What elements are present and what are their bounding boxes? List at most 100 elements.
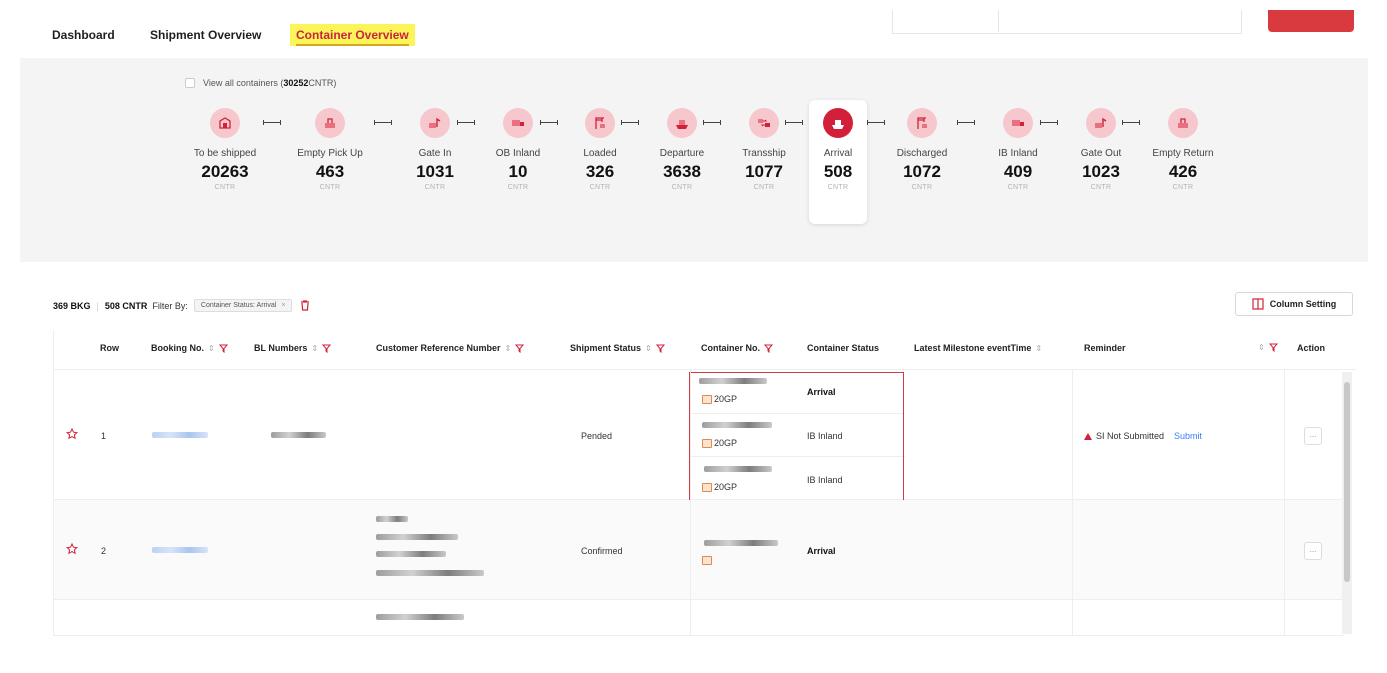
step-unit: CNTR xyxy=(507,184,529,191)
sort-icon[interactable]: ⇕ xyxy=(645,344,652,353)
step-transship[interactable]: Transship 1077 CNTR xyxy=(724,108,804,191)
col-customer-ref[interactable]: Customer Reference Number ⇕ xyxy=(376,343,525,353)
sort-icon[interactable]: ⇕ xyxy=(311,344,318,353)
step-count: 409 xyxy=(1003,162,1033,181)
warning-icon xyxy=(1084,432,1092,440)
booking-number-link[interactable] xyxy=(152,547,208,553)
truck-icon xyxy=(503,108,533,138)
col-reminder-label: Reminder xyxy=(1084,343,1126,353)
step-label: Loaded xyxy=(583,148,617,159)
nav-shipment-overview[interactable]: Shipment Overview xyxy=(150,28,261,42)
sort-icon[interactable]: ⇕ xyxy=(208,344,215,353)
column-setting-button[interactable]: Column Setting xyxy=(1235,292,1353,316)
col-reminder-tools[interactable]: ⇕ xyxy=(1254,343,1278,352)
step-count: 3638 xyxy=(663,162,701,181)
step-label: Empty Pick Up xyxy=(297,148,363,159)
step-to-be-shipped[interactable]: To be shipped 20263 CNTR xyxy=(185,108,265,191)
step-count: 20263 xyxy=(201,162,249,181)
step-count: 426 xyxy=(1168,162,1198,181)
step-ob-inland[interactable]: OB Inland 10 CNTR xyxy=(478,108,558,191)
col-shipment-status[interactable]: Shipment Status ⇕ xyxy=(570,343,665,353)
col-latest-milestone[interactable]: Latest Milestone eventTime ⇕ xyxy=(914,343,1042,353)
step-count: 1077 xyxy=(745,162,783,181)
view-all-containers[interactable]: View all containers (30252 CNTR) xyxy=(185,78,336,88)
filter-icon[interactable] xyxy=(764,344,774,353)
view-all-prefix: View all containers ( xyxy=(203,78,284,88)
filter-icon[interactable] xyxy=(322,344,332,353)
step-unit: CNTR xyxy=(1172,184,1194,191)
step-arrival[interactable]: Arrival 508 CNTR xyxy=(809,100,867,224)
step-connector xyxy=(263,120,281,125)
more-actions-button[interactable]: ... xyxy=(1304,542,1322,560)
view-all-count: 30252 xyxy=(283,78,309,88)
container-highlight-box xyxy=(689,372,904,501)
step-gate-out[interactable]: Gate Out 1023 CNTR xyxy=(1061,108,1141,191)
step-unit: CNTR xyxy=(753,184,775,191)
star-icon[interactable] xyxy=(66,428,78,440)
step-departure[interactable]: Departure 3638 CNTR xyxy=(642,108,722,191)
col-bl[interactable]: BL Numbers ⇕ xyxy=(254,343,332,353)
col-action-label: Action xyxy=(1297,343,1325,353)
more-actions-button[interactable]: ... xyxy=(1304,427,1322,445)
view-all-checkbox[interactable] xyxy=(185,78,195,88)
customer-reference xyxy=(376,551,446,557)
col-container-status: Container Status xyxy=(807,343,879,353)
step-ib-inland[interactable]: IB Inland 409 CNTR xyxy=(978,108,1058,191)
column-setting-label: Column Setting xyxy=(1269,299,1337,309)
col-row-label: Row xyxy=(100,343,119,353)
trash-icon[interactable] xyxy=(300,300,310,311)
filter-icon[interactable] xyxy=(655,344,665,353)
filter-chip[interactable]: Container Status: Arrival × xyxy=(193,299,293,312)
step-gate-in[interactable]: Gate In 1031 CNTR xyxy=(395,108,475,191)
customer-reference xyxy=(376,570,484,576)
filter-icon[interactable] xyxy=(218,344,228,353)
step-empty-return[interactable]: Empty Return 426 CNTR xyxy=(1143,108,1223,191)
warehouse-icon xyxy=(210,108,240,138)
search-button[interactable] xyxy=(1268,10,1354,32)
table-header: Row Booking No. ⇕ BL Numbers ⇕ Customer Re… xyxy=(54,330,1356,370)
col-booking[interactable]: Booking No. ⇕ xyxy=(151,343,228,353)
filter-chip-label: Container Status: Arrival xyxy=(200,302,277,309)
container-type xyxy=(702,556,714,565)
step-count: 463 xyxy=(315,162,345,181)
summary-divider: | xyxy=(96,300,99,311)
search-type-select[interactable] xyxy=(893,10,999,32)
close-icon[interactable]: × xyxy=(281,302,285,309)
step-label: Departure xyxy=(659,148,705,159)
filter-icon[interactable] xyxy=(1268,343,1278,352)
column-divider xyxy=(690,370,691,636)
col-container-no[interactable]: Container No. xyxy=(701,343,774,353)
step-discharged[interactable]: Discharged 1072 CNTR xyxy=(882,108,962,191)
submit-link[interactable]: Submit xyxy=(1174,431,1202,441)
vertical-scrollbar[interactable] xyxy=(1342,372,1352,634)
customer-reference xyxy=(376,516,408,522)
nav-dashboard[interactable]: Dashboard xyxy=(52,28,115,42)
shipment-status: Confirmed xyxy=(581,546,623,556)
col-shipment-status-label: Shipment Status xyxy=(570,343,642,353)
nav-container-overview[interactable]: Container Overview xyxy=(290,24,415,46)
scrollbar-thumb[interactable] xyxy=(1344,382,1350,582)
reminder-text: SI Not Submitted xyxy=(1096,431,1165,441)
container-icon xyxy=(702,556,712,565)
step-count: 508 xyxy=(823,162,853,181)
star-icon[interactable] xyxy=(66,543,78,555)
step-unit: CNTR xyxy=(1007,184,1029,191)
sort-icon[interactable]: ⇕ xyxy=(1258,343,1265,352)
step-empty-pick-up[interactable]: Empty Pick Up 463 CNTR xyxy=(290,108,370,191)
search-box[interactable] xyxy=(892,10,1242,34)
result-summary: 369 BKG | 508 CNTR Filter By: Container … xyxy=(53,299,310,312)
table-row[interactable] xyxy=(54,600,1344,636)
container-number xyxy=(704,540,778,546)
transship-icon xyxy=(749,108,779,138)
step-unit: CNTR xyxy=(214,184,236,191)
step-label: To be shipped xyxy=(193,148,257,159)
sort-icon[interactable]: ⇕ xyxy=(1035,344,1042,353)
step-loaded[interactable]: Loaded 326 CNTR xyxy=(560,108,640,191)
nav-container-overview-label: Container Overview xyxy=(296,28,409,46)
column-divider xyxy=(1284,370,1285,636)
filter-icon[interactable] xyxy=(515,344,525,353)
booking-number-link[interactable] xyxy=(152,432,208,438)
top-nav: Dashboard Shipment Overview Container Ov… xyxy=(20,10,1365,58)
table-row[interactable]: 2 Confirmed Arrival ... xyxy=(54,500,1344,600)
sort-icon[interactable]: ⇕ xyxy=(505,344,512,353)
